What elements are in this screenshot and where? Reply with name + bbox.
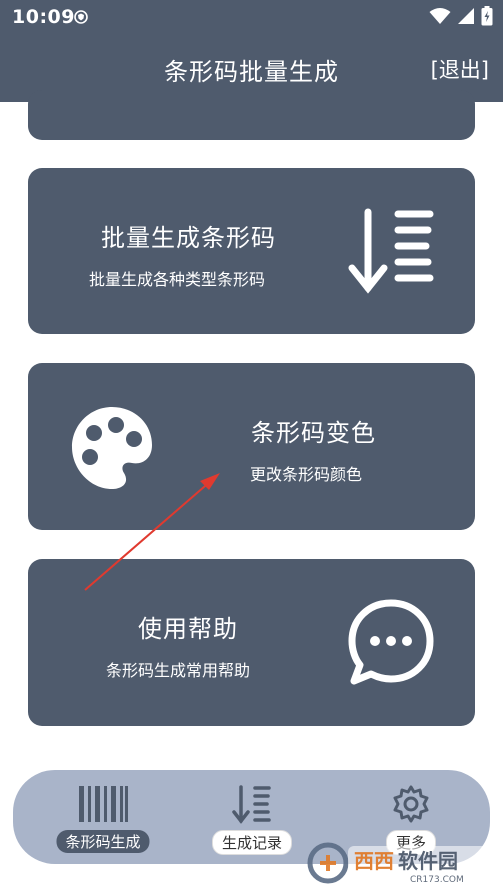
svg-text:软件园: 软件园 xyxy=(398,849,458,873)
svg-text:西西: 西西 xyxy=(354,849,394,873)
sort-list-down-icon xyxy=(232,785,271,824)
annotation-arrow xyxy=(84,473,220,591)
nav-generate-history[interactable]: 生成记录 xyxy=(187,770,317,864)
nav-label: 生成记录 xyxy=(211,830,293,855)
svg-text:CR173.COM: CR173.COM xyxy=(410,875,464,885)
gear-icon xyxy=(393,785,429,823)
watermark-logo: 西西 软件园 CR173.COM xyxy=(307,842,494,885)
barcode-icon xyxy=(79,786,128,822)
nav-label: 条形码生成 xyxy=(56,830,150,853)
nav-barcode-generate[interactable]: 条形码生成 xyxy=(38,770,168,864)
